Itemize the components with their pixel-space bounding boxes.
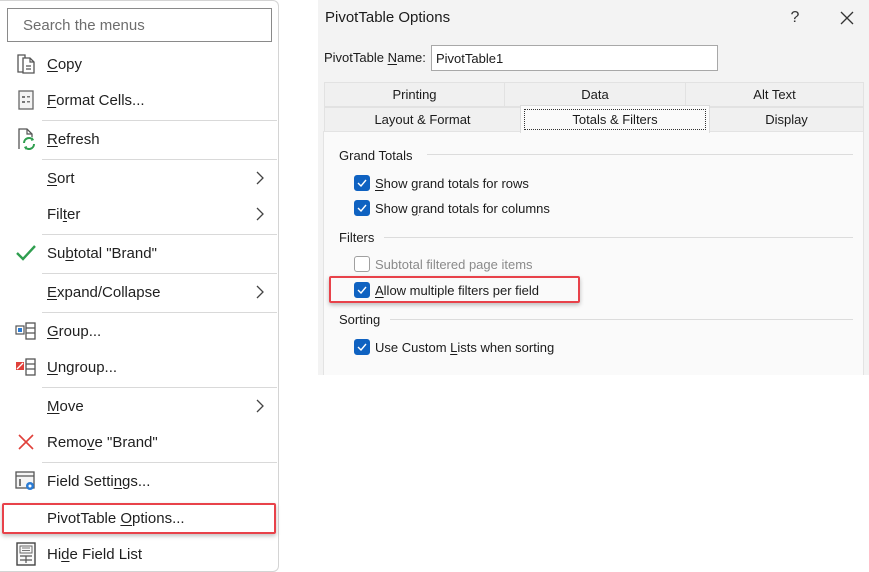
menu-item-expand-collapse[interactable]: Expand/Collapse	[0, 274, 278, 310]
tab-totals-filters[interactable]: Totals & Filters	[520, 105, 710, 133]
menu-item-subtotal[interactable]: Subtotal "Brand"	[0, 235, 278, 271]
menu-item-label: Field Settings...	[47, 472, 151, 490]
checkmark-icon	[14, 241, 38, 265]
dialog-title: PivotTable Options	[325, 9, 451, 26]
menu-item-label: Copy	[47, 55, 83, 73]
checkbox-checked[interactable]	[354, 339, 370, 355]
group-divider	[384, 237, 853, 238]
option-show-grand-totals-columns[interactable]: Show grand totals for columns	[354, 198, 550, 218]
option-subtotal-filtered-page-items: Subtotal filtered page items	[354, 254, 533, 274]
copy-icon	[14, 52, 38, 76]
checkbox-unchecked	[354, 256, 370, 272]
group-title-filters: Filters	[339, 230, 375, 245]
pivottable-name-input[interactable]	[431, 45, 718, 71]
menu-item-filter[interactable]: Filter	[0, 196, 278, 232]
menu-item-label: Format Cells...	[47, 91, 145, 109]
menu-item-refresh[interactable]: Refresh	[0, 121, 278, 157]
tab-printing[interactable]: Printing	[324, 82, 505, 107]
group-divider	[390, 319, 853, 320]
pivottable-options-dialog: PivotTable Options ? PivotTable Name: Pr…	[318, 0, 869, 375]
refresh-icon	[14, 127, 38, 151]
menu-item-label: Expand/Collapse	[47, 283, 161, 301]
group-divider	[427, 154, 853, 155]
option-use-custom-lists[interactable]: Use Custom Lists when sorting	[354, 337, 554, 357]
help-button[interactable]: ?	[785, 6, 805, 30]
menu-item-group[interactable]: Group...	[0, 313, 278, 349]
menu-item-label: Ungroup...	[47, 358, 118, 376]
pivottable-name-label: PivotTable Name:	[324, 50, 426, 65]
menu-item-sort[interactable]: Sort	[0, 160, 278, 196]
option-label: Show grand totals for rows	[375, 175, 529, 191]
highlight-box	[2, 503, 276, 534]
ungroup-icon	[14, 355, 38, 379]
option-label: Use Custom Lists when sorting	[375, 339, 555, 355]
menu-item-label: Remove "Brand"	[47, 433, 158, 451]
menu-item-format-cells[interactable]: Format Cells...	[0, 82, 278, 118]
option-label: Subtotal filtered page items	[375, 256, 533, 272]
close-icon[interactable]	[837, 8, 857, 28]
group-title-grand-totals: Grand Totals	[339, 148, 413, 163]
format-cells-icon	[14, 88, 38, 112]
menu-item-label: Hide Field List	[47, 545, 143, 563]
totals-filters-panel: Grand Totals Show grand totals for rows …	[323, 131, 864, 375]
menu-item-label: Group...	[47, 322, 102, 340]
checkbox-checked[interactable]	[354, 175, 370, 191]
chevron-right-icon	[256, 399, 264, 413]
menu-item-field-settings[interactable]: Field Settings...	[0, 463, 278, 499]
menu-item-move[interactable]: Move	[0, 388, 278, 424]
remove-icon	[14, 430, 38, 454]
field-list-icon	[14, 542, 38, 566]
group-icon	[14, 319, 38, 343]
checkbox-checked[interactable]	[354, 200, 370, 216]
menu-item-label: Refresh	[47, 130, 100, 148]
tab-layout-format[interactable]: Layout & Format	[324, 107, 521, 132]
field-settings-icon	[14, 469, 38, 493]
chevron-right-icon	[256, 285, 264, 299]
group-title-sorting: Sorting	[339, 312, 381, 327]
menu-item-label: Move	[47, 397, 84, 415]
menu-item-copy[interactable]: Copy	[0, 46, 278, 82]
tab-alt-text[interactable]: Alt Text	[685, 82, 864, 107]
menu-item-ungroup[interactable]: Ungroup...	[0, 349, 278, 385]
context-menu: Copy Format Cells... Refresh Sort Filter…	[0, 0, 279, 572]
search-menus-input[interactable]	[7, 8, 272, 42]
chevron-right-icon	[256, 171, 264, 185]
menu-item-label: Filter	[47, 205, 81, 223]
tab-display[interactable]: Display	[709, 107, 864, 132]
option-label: Show grand totals for columns	[375, 200, 550, 216]
menu-item-label: Sort	[47, 169, 75, 187]
highlight-box	[329, 276, 580, 303]
tab-data[interactable]: Data	[504, 82, 686, 107]
chevron-right-icon	[256, 207, 264, 221]
tab-label: Totals & Filters	[524, 109, 706, 130]
menu-item-label: Subtotal "Brand"	[47, 244, 157, 262]
option-show-grand-totals-rows[interactable]: Show grand totals for rows	[354, 173, 529, 193]
menu-item-remove[interactable]: Remove "Brand"	[0, 424, 278, 460]
menu-item-hide-field-list[interactable]: Hide Field List	[0, 536, 278, 572]
